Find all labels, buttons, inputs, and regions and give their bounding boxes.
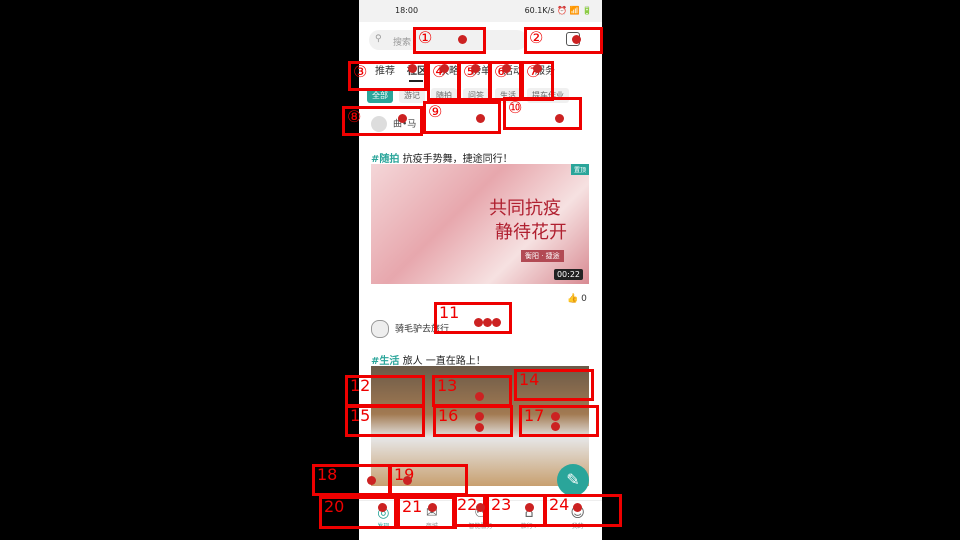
annotation-dot <box>483 318 492 327</box>
annotation-dot <box>551 412 560 421</box>
post-title-1[interactable]: #随拍 抗疫手势舞，捷途同行！ <box>371 150 513 165</box>
poster-text-line-2: 静待花开 <box>495 222 567 243</box>
annotation-box-24: 24 <box>544 494 622 527</box>
annotation-dot <box>475 423 484 432</box>
annotation-box-12: 12 <box>345 375 425 407</box>
annotation-dot <box>476 503 485 512</box>
post-video-1[interactable]: 置顶 共同抗疫 静待花开 衡阳 · 捷途 00:22 <box>371 164 589 284</box>
annotation-dot <box>398 114 407 123</box>
like-button[interactable]: 👍 0 <box>567 294 587 304</box>
annotation-dot <box>573 503 582 512</box>
like-count: 0 <box>581 294 587 304</box>
thumb-up-icon: 👍 <box>567 294 579 304</box>
annotation-dot <box>572 35 581 44</box>
annotation-dot <box>408 64 417 73</box>
annotation-dot <box>440 64 449 73</box>
annotation-dot <box>525 503 534 512</box>
annotation-box-8: ⑧ <box>342 106 423 136</box>
annotation-dot <box>555 114 564 123</box>
annotation-dot <box>475 392 484 401</box>
annotation-box-21: 21 <box>397 496 457 529</box>
annotation-box-11: 11 <box>434 302 512 334</box>
annotation-box-16: 16 <box>433 405 513 437</box>
annotation-box-2: ② <box>524 27 603 54</box>
search-icon: ⚲ <box>375 34 382 44</box>
status-indicators: 60.1K/s ⏰ 📶 🔋 <box>524 6 592 15</box>
annotation-dot <box>378 503 387 512</box>
status-bar: 18:00 60.1K/s ⏰ 📶 🔋 <box>359 0 602 22</box>
avatar[interactable] <box>371 320 389 338</box>
annotation-dot <box>458 35 467 44</box>
annotation-dot <box>403 476 412 485</box>
annotation-box-23: 23 <box>486 494 546 527</box>
annotation-dot <box>471 64 480 73</box>
annotation-box-9: ⑨ <box>423 101 501 134</box>
post-title-2[interactable]: #生活 旅人 一直在路上！ <box>371 352 486 367</box>
annotation-dot <box>492 318 501 327</box>
annotation-box-14: 14 <box>514 369 594 401</box>
annotation-box-17: 17 <box>519 405 599 437</box>
annotation-box-13: 13 <box>432 375 512 407</box>
poster-text-line-3: 衡阳 · 捷途 <box>521 250 564 262</box>
annotation-box-10: ⑩ <box>503 97 582 130</box>
annotation-dot <box>428 503 437 512</box>
poster-text-line-1: 共同抗疫 <box>489 198 561 219</box>
annotation-dot <box>551 422 560 431</box>
annotation-box-19: 19 <box>389 464 468 496</box>
annotation-dot <box>474 318 483 327</box>
annotation-dot <box>533 64 542 73</box>
annotation-dot <box>476 114 485 123</box>
status-time: 18:00 <box>395 6 419 15</box>
annotation-box-20: 20 <box>319 496 397 529</box>
annotation-dot <box>475 412 484 421</box>
annotation-box-15: 15 <box>345 405 425 437</box>
search-placeholder: 搜索 <box>393 38 412 48</box>
annotation-dot <box>502 64 511 73</box>
video-duration: 00:22 <box>553 269 583 280</box>
annotation-box-18: 18 <box>312 464 391 496</box>
annotation-box-1: ① <box>413 27 486 54</box>
annotation-dot <box>367 476 376 485</box>
compose-button[interactable]: ✎ <box>557 464 589 496</box>
pinned-badge: 置顶 <box>570 164 589 175</box>
